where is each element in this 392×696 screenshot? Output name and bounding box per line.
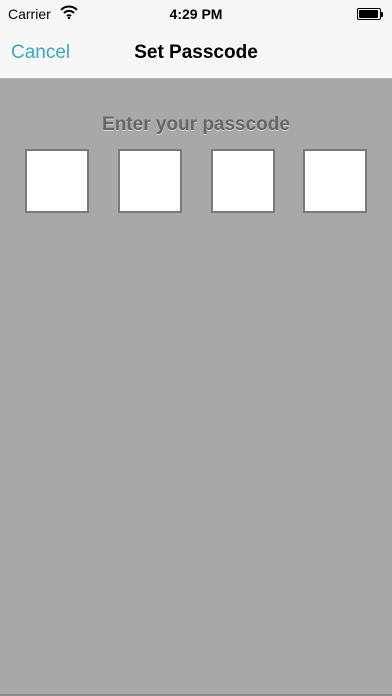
passcode-digit-box-2[interactable] [118,149,182,213]
passcode-digit-box-1[interactable] [25,149,89,213]
navigation-bar: Cancel Set Passcode [0,28,392,79]
battery-icon [357,8,383,20]
status-time: 4:29 PM [169,6,223,22]
status-bar: Carrier 4:29 PM [0,0,392,28]
passcode-digit-box-3[interactable] [211,149,275,213]
passcode-digit-box-4[interactable] [303,149,367,213]
page-title: Set Passcode [134,42,258,63]
passcode-prompt: Enter your passcode [102,114,290,135]
